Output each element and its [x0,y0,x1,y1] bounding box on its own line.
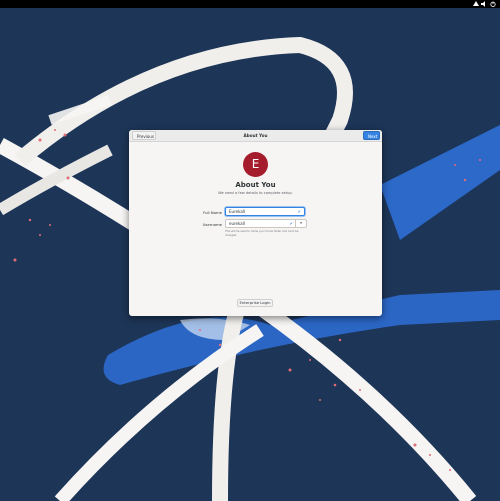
window-title: About You [243,133,268,138]
check-icon: ✔ [297,209,301,214]
top-bar [0,0,500,8]
username-hint: This will be used to name your home fold… [225,230,299,237]
username-value[interactable]: eurekall [229,220,245,228]
full-name-label: Full Name [203,210,222,215]
header-bar: Previous About You Next [129,130,382,142]
network-icon[interactable] [473,0,479,8]
page-subheading: We need a few details to complete setup. [218,191,293,195]
username-label: Username [202,222,222,227]
chevron-down-icon[interactable]: ▾ [295,220,306,227]
setup-window: Previous About You Next E About You We n… [129,130,382,316]
full-name-value[interactable]: Eurekall [229,208,245,216]
full-name-field[interactable]: Eurekall ✔ [225,207,305,216]
avatar[interactable]: E [243,152,268,177]
volume-icon[interactable] [481,0,487,8]
page-heading: About You [235,181,276,189]
next-button[interactable]: Next [363,131,380,140]
enterprise-login-button[interactable]: Enterprise Login [237,299,273,307]
username-combo[interactable]: eurekall ✔ ▾ [225,219,307,228]
power-icon[interactable] [490,0,496,8]
check-icon: ✔ [289,221,293,226]
